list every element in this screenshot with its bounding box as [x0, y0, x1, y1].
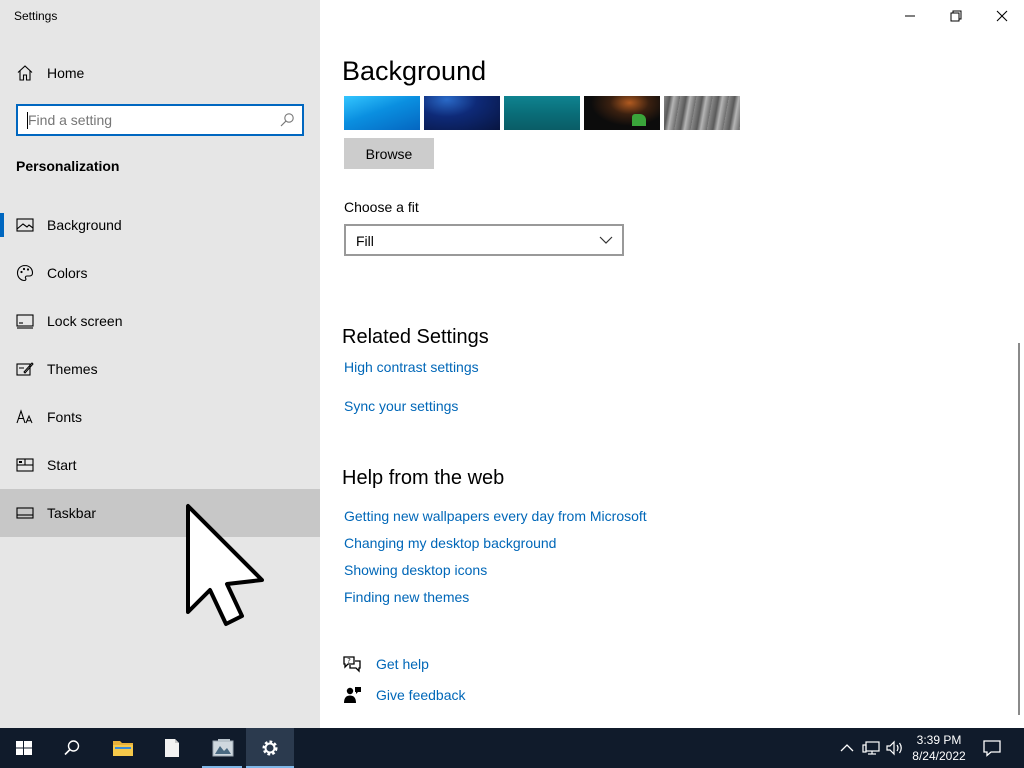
- notifications-icon[interactable]: [982, 739, 1002, 757]
- help-web-heading: Help from the web: [342, 467, 505, 489]
- help-link-wallpapers[interactable]: Getting new wallpapers every day from Mi…: [344, 508, 647, 524]
- sidebar-item-label: Taskbar: [47, 505, 97, 521]
- sidebar-home[interactable]: Home: [0, 58, 320, 88]
- sidebar: Settings Home Personalization Background: [0, 0, 320, 728]
- sidebar-item-label: Start: [47, 457, 77, 473]
- sidebar-item-fonts[interactable]: Fonts: [0, 393, 320, 441]
- dropdown-value: Fill: [356, 233, 374, 249]
- get-help-icon: ?: [343, 656, 361, 673]
- home-label: Home: [47, 65, 85, 81]
- home-icon: [17, 65, 33, 81]
- lock-screen-icon: [16, 314, 34, 329]
- scrollbar[interactable]: [1018, 343, 1020, 715]
- taskbar-icon: [16, 507, 34, 519]
- start-icon: [16, 458, 34, 472]
- fonts-icon: [16, 409, 33, 424]
- get-help-label: Get help: [376, 656, 429, 672]
- search-taskbar-button[interactable]: [48, 728, 96, 768]
- sidebar-item-taskbar[interactable]: Taskbar: [0, 489, 320, 537]
- wallpaper-thumbnail[interactable]: [424, 96, 500, 130]
- get-help-link[interactable]: ? Get help: [342, 653, 542, 675]
- folder-icon: [113, 741, 133, 756]
- sidebar-item-lock-screen[interactable]: Lock screen: [0, 297, 320, 345]
- feedback-icon: [344, 687, 361, 703]
- start-button[interactable]: [0, 728, 48, 768]
- settings-taskbar-button[interactable]: [246, 728, 294, 768]
- sidebar-nav: Background Colors Lock screen Themes Fon…: [0, 201, 320, 537]
- window-title: Settings: [14, 9, 58, 23]
- choose-fit-label: Choose a fit: [344, 199, 419, 215]
- browse-button[interactable]: Browse: [344, 138, 434, 169]
- search-input[interactable]: [28, 110, 268, 130]
- volume-icon[interactable]: [886, 740, 904, 756]
- notepad-button[interactable]: [148, 728, 196, 768]
- page-title: Background: [342, 56, 487, 86]
- palette-icon: [16, 264, 34, 282]
- wallpaper-thumbnail[interactable]: [584, 96, 660, 130]
- picture-icon: [16, 218, 34, 232]
- chevron-down-icon: [599, 236, 613, 244]
- network-icon[interactable]: [862, 740, 880, 756]
- sidebar-item-label: Themes: [47, 361, 98, 377]
- sidebar-item-start[interactable]: Start: [0, 441, 320, 489]
- photos-app-icon: [212, 739, 234, 757]
- search-icon[interactable]: [279, 112, 295, 128]
- help-link-new-themes[interactable]: Finding new themes: [344, 589, 469, 605]
- gear-icon: [262, 740, 278, 756]
- windows-logo-icon: [16, 741, 32, 755]
- wallpaper-thumbnail[interactable]: [344, 96, 420, 130]
- section-title: Personalization: [16, 158, 120, 174]
- sidebar-item-themes[interactable]: Themes: [0, 345, 320, 393]
- related-settings-heading: Related Settings: [342, 326, 489, 348]
- themes-icon: [16, 362, 34, 376]
- search-icon: [64, 740, 80, 756]
- sync-settings-link[interactable]: Sync your settings: [344, 398, 458, 414]
- document-icon: [165, 739, 179, 757]
- image-viewer-button[interactable]: [198, 728, 246, 768]
- main-content: Background Browse Choose a fit Fill Rela…: [320, 0, 1024, 728]
- high-contrast-link[interactable]: High contrast settings: [344, 359, 479, 375]
- svg-text:?: ?: [347, 657, 351, 665]
- choose-fit-dropdown[interactable]: Fill: [344, 224, 624, 256]
- chevron-up-icon[interactable]: [838, 740, 856, 756]
- sidebar-item-colors[interactable]: Colors: [0, 249, 320, 297]
- help-link-desktop-background[interactable]: Changing my desktop background: [344, 535, 556, 551]
- file-explorer-button[interactable]: [98, 728, 146, 768]
- sidebar-item-label: Lock screen: [47, 313, 123, 329]
- wallpaper-thumbnail[interactable]: [664, 96, 740, 130]
- help-link-desktop-icons[interactable]: Showing desktop icons: [344, 562, 487, 578]
- clock-time: 3:39 PM: [916, 733, 962, 747]
- sidebar-item-background[interactable]: Background: [0, 201, 320, 249]
- sidebar-item-label: Fonts: [47, 409, 83, 425]
- give-feedback-link[interactable]: Give feedback: [342, 684, 542, 706]
- mouse-cursor-icon: [186, 504, 264, 626]
- taskbar: 3:39 PM 8/24/2022: [0, 728, 1024, 768]
- clock[interactable]: 3:39 PM 8/24/2022: [906, 732, 972, 764]
- clock-date: 8/24/2022: [912, 749, 966, 763]
- wallpaper-thumbnail[interactable]: [504, 96, 580, 130]
- recent-images: [344, 96, 740, 130]
- give-feedback-label: Give feedback: [376, 687, 466, 703]
- sidebar-item-label: Background: [47, 217, 122, 233]
- sidebar-item-label: Colors: [47, 265, 88, 281]
- search-box[interactable]: [16, 104, 304, 136]
